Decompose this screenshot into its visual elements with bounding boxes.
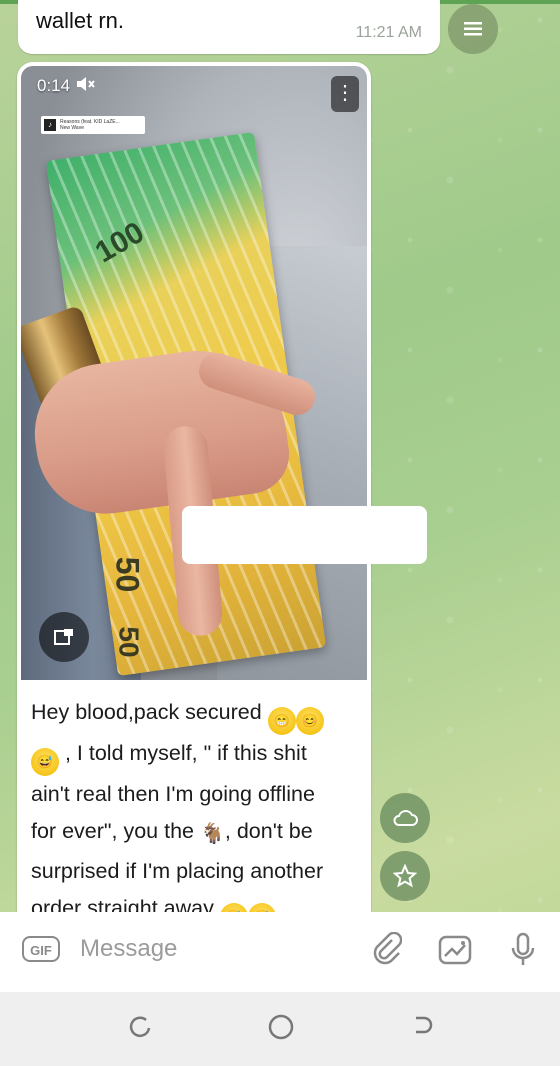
message-caption: Hey blood,pack secured 😁 😊 😅 , I told mys… xyxy=(31,694,361,931)
caption-line: for ever", you the xyxy=(31,819,194,843)
gif-button[interactable]: GIF xyxy=(22,936,60,962)
muted-speaker-icon[interactable] xyxy=(76,76,96,96)
redaction-box xyxy=(182,506,427,564)
back-icon[interactable] xyxy=(402,1014,442,1044)
caption-line: , don't be xyxy=(224,819,313,843)
caption-line: ain't real then I'm going offline xyxy=(31,782,315,806)
star-icon[interactable] xyxy=(380,851,430,901)
caption-line: , I told myself, " if this shit xyxy=(64,741,307,765)
caption-line: surprised if I'm placing another xyxy=(31,859,324,883)
message-text: wallet rn. xyxy=(36,8,125,33)
video-time: 0:14 xyxy=(37,76,71,95)
video-player[interactable]: 100 50 50 0:14 ⋮ ♪ Reasons (feat. KID La… xyxy=(21,66,367,680)
caption-line: Hey blood,pack secured xyxy=(31,700,262,724)
music-logo-icon: ♪ xyxy=(44,119,56,131)
recent-apps-icon[interactable] xyxy=(120,1014,160,1044)
goat-emoji-icon: 🐐 xyxy=(199,823,225,845)
message-bubble-video[interactable]: 100 50 50 0:14 ⋮ ♪ Reasons (feat. KID La… xyxy=(17,62,371,932)
attach-paperclip-icon[interactable] xyxy=(368,931,406,970)
home-icon[interactable] xyxy=(261,1014,301,1044)
video-duration: 0:14 xyxy=(37,76,96,96)
banknote-denomination: 50 xyxy=(109,556,146,593)
sticker-icon[interactable] xyxy=(436,932,474,970)
more-options-icon[interactable]: ⋮ xyxy=(331,76,359,112)
cloud-icon[interactable] xyxy=(380,793,430,843)
grinning-emoji-icon: 😁 xyxy=(267,707,296,735)
microphone-icon[interactable] xyxy=(504,932,542,970)
system-navigation-bar xyxy=(0,992,560,1066)
message-input-bar: GIF xyxy=(0,912,560,992)
menu-icon[interactable] xyxy=(448,4,498,54)
message-bubble-previous[interactable]: wallet rn. 11:21 AM xyxy=(18,0,440,54)
music-tag: ♪ Reasons (feat. KID LaZE... New Wave xyxy=(41,116,145,134)
music-artist: New Wave xyxy=(60,125,84,131)
laughing-emoji-icon: 😅 xyxy=(31,748,59,776)
smiling-emoji-icon: 😊 xyxy=(295,707,324,735)
banknote-denomination: 50 xyxy=(113,626,145,658)
picture-in-picture-icon[interactable] xyxy=(39,612,89,662)
message-time: 11:21 AM xyxy=(355,24,422,41)
message-input[interactable] xyxy=(78,928,362,970)
